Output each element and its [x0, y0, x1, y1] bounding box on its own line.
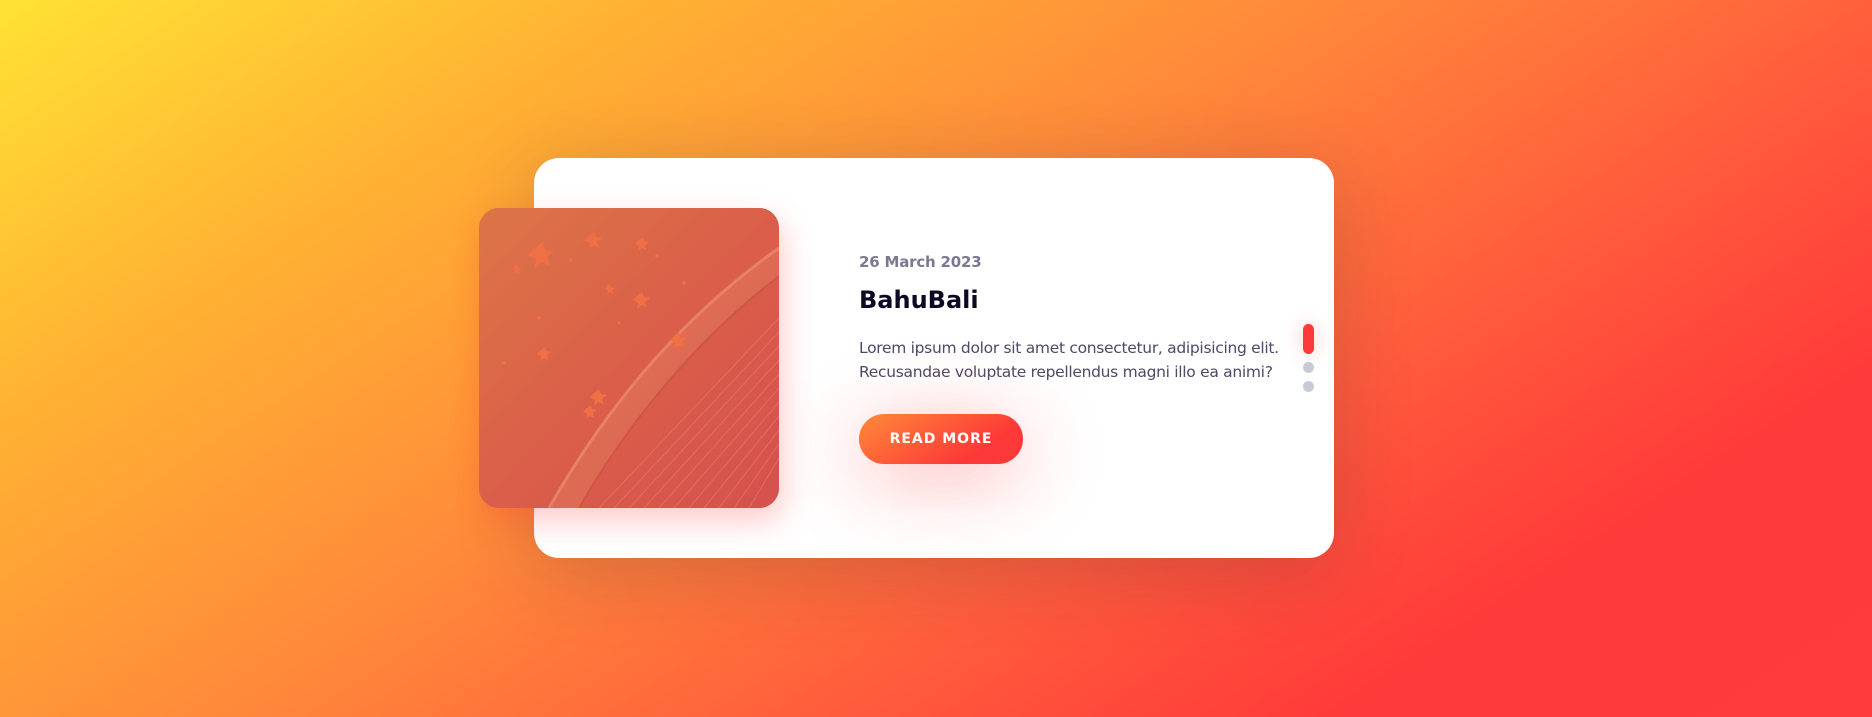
pagination-bullet[interactable]: [1303, 381, 1314, 392]
pagination-bullet[interactable]: [1303, 362, 1314, 373]
pagination-bullet-active[interactable]: [1303, 324, 1314, 354]
read-more-button[interactable]: READ MORE: [859, 414, 1023, 464]
post-content: 26 March 2023 BahuBali Lorem ipsum dolor…: [859, 252, 1289, 464]
post-title: BahuBali: [859, 286, 979, 314]
slider-pagination: [1303, 324, 1314, 400]
post-excerpt-line: Lorem ipsum dolor sit amet consectetur, …: [859, 339, 1279, 357]
post-excerpt: Lorem ipsum dolor sit amet consectetur, …: [859, 336, 1289, 384]
post-image: [479, 208, 779, 508]
post-excerpt-line: Recusandae voluptate repellendus magni i…: [859, 363, 1273, 381]
post-date: 26 March 2023: [859, 253, 982, 271]
